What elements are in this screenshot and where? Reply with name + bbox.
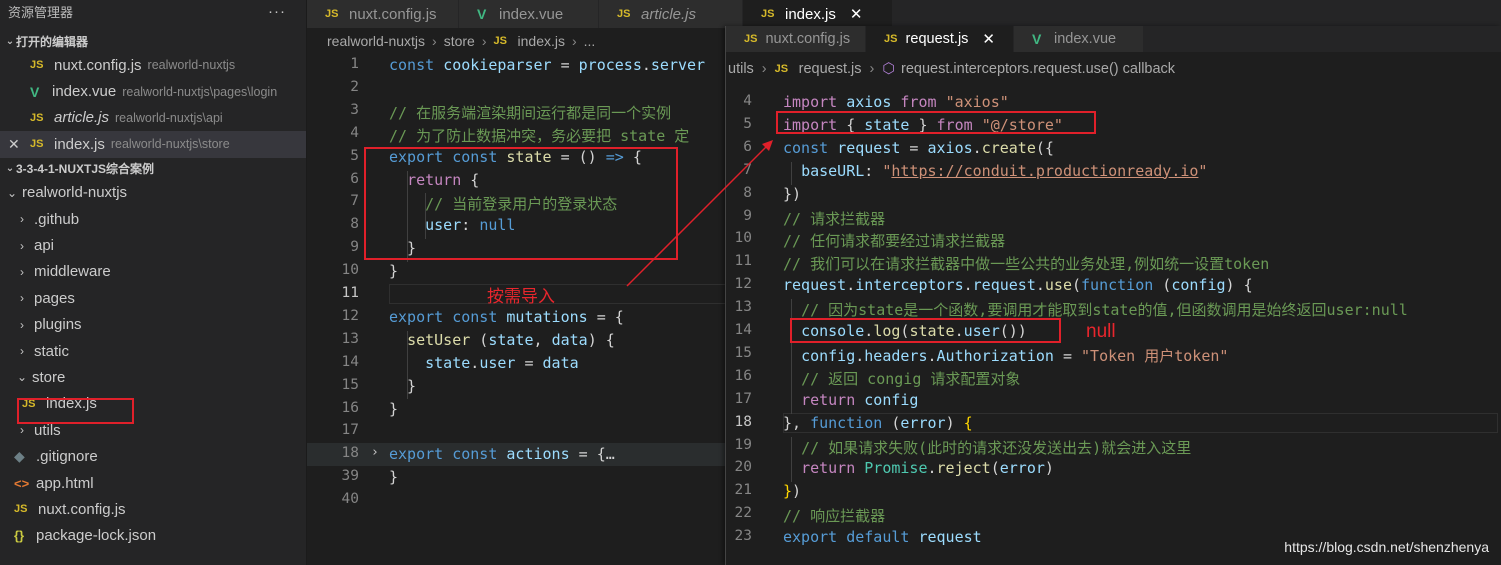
arrow-line (626, 144, 769, 287)
watermark: https://blog.csdn.net/shenzhenya (1284, 539, 1489, 555)
annotation-arrow (626, 140, 773, 287)
